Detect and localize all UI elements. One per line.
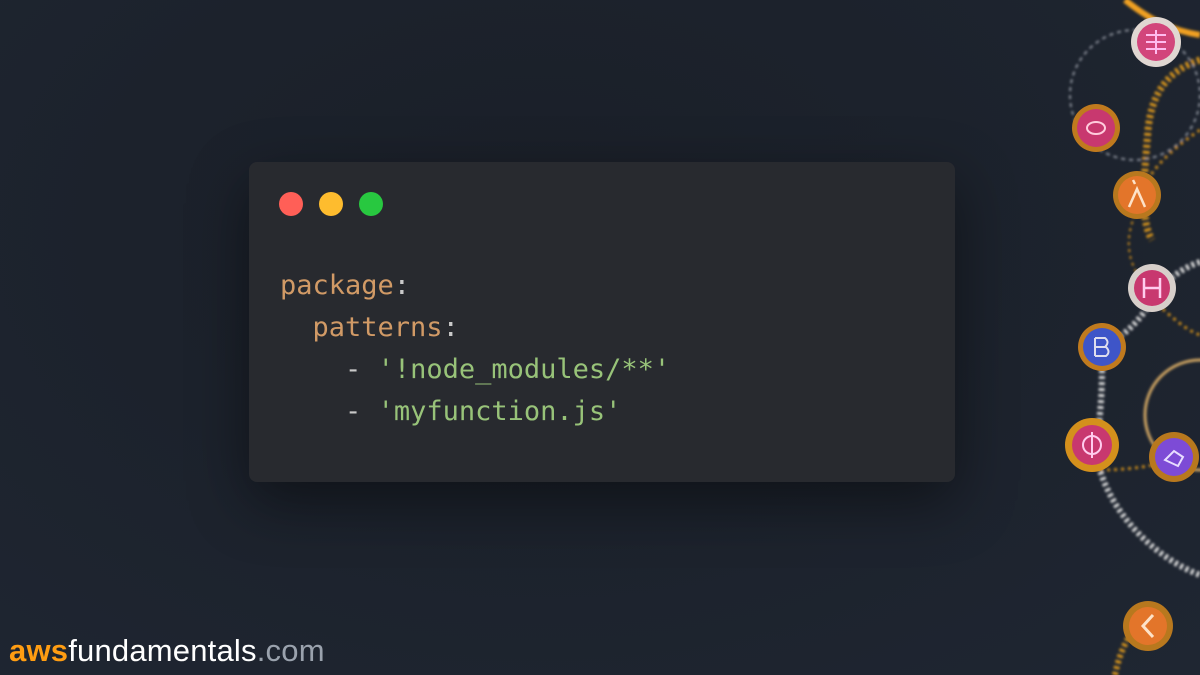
brand-aws: aws: [9, 633, 69, 668]
eventbridge-icon: [1149, 432, 1199, 482]
yaml-colon: :: [393, 270, 411, 301]
code-line: patterns:: [280, 307, 670, 349]
close-dot-icon: [279, 192, 303, 216]
yaml-string: '!node_modules/**': [377, 354, 671, 385]
yaml-colon: :: [442, 312, 459, 343]
api-gateway-icon: [1131, 17, 1181, 67]
code-line: - 'myfunction.js': [280, 391, 670, 433]
code-window: package: patterns: - '!node_modules/**' …: [249, 162, 955, 482]
yaml-key: package: [280, 270, 394, 301]
sqs-icon: [1123, 601, 1173, 651]
yaml-dash: -: [345, 354, 362, 385]
maximize-dot-icon: [359, 192, 383, 216]
window-controls: [279, 192, 383, 216]
brand-fundamentals: fundamentals: [68, 633, 257, 668]
brand-tld: .com: [256, 633, 325, 668]
network-icon: [1072, 104, 1120, 152]
brand-logo: awsfundamentals.com: [9, 633, 325, 669]
service-icons: [1065, 17, 1199, 651]
code-line: - '!node_modules/**': [280, 349, 670, 391]
minimize-dot-icon: [319, 192, 343, 216]
code-line: package:: [280, 265, 670, 307]
yaml-string: 'myfunction.js': [377, 396, 622, 427]
analytics-icon: [1065, 418, 1119, 472]
yaml-key: patterns: [312, 312, 443, 343]
http-icon: [1128, 264, 1176, 312]
aws-service-graph-decoration: [1065, 0, 1200, 675]
yaml-dash: -: [345, 396, 362, 427]
lambda-icon: [1113, 171, 1161, 219]
code-block: package: patterns: - '!node_modules/**' …: [280, 265, 670, 433]
step-icon: [1078, 323, 1126, 371]
